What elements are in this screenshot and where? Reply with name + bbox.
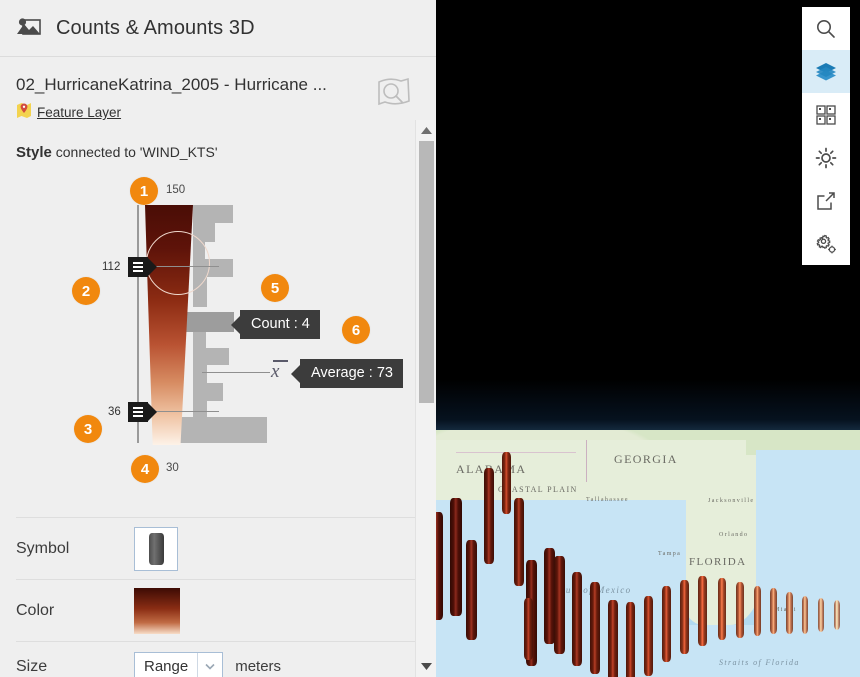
histogram-bar bbox=[175, 431, 267, 443]
size-label: Size bbox=[16, 657, 48, 675]
histogram-bar bbox=[193, 383, 223, 401]
scroll-down-icon[interactable] bbox=[416, 658, 436, 675]
color-label: Color bbox=[16, 601, 55, 619]
histogram-min-label: 30 bbox=[166, 462, 179, 474]
lower-handle-value: 36 bbox=[108, 406, 121, 418]
hurricane-point-cylinder[interactable] bbox=[834, 600, 840, 630]
symbol-row[interactable]: Symbol bbox=[16, 517, 420, 579]
hurricane-point-cylinder[interactable] bbox=[524, 598, 533, 660]
search-icon[interactable] bbox=[802, 7, 850, 50]
color-row[interactable]: Color bbox=[16, 579, 420, 641]
histogram-bar bbox=[193, 205, 233, 223]
map-border-line bbox=[586, 440, 588, 482]
handle-grip-icon bbox=[133, 406, 143, 418]
panel-header: Counts & Amounts 3D bbox=[0, 0, 436, 57]
lower-slider-handle[interactable] bbox=[128, 402, 157, 422]
hurricane-point-cylinder[interactable] bbox=[786, 592, 793, 634]
symbol-label: Symbol bbox=[16, 539, 70, 557]
hurricane-point-cylinder[interactable] bbox=[608, 600, 618, 677]
cylinder-icon bbox=[148, 532, 164, 565]
histogram-slider[interactable]: 1 150 2 3 4 30 112 36 Count: 4 5 x Aver… bbox=[0, 169, 436, 499]
hurricane-point-cylinder[interactable] bbox=[736, 582, 744, 638]
callout-badge-1: 1 bbox=[130, 177, 158, 205]
settings-icon[interactable] bbox=[802, 222, 850, 265]
layer-row: 02_HurricaneKatrina_2005 - Hurricane ...… bbox=[0, 57, 436, 130]
average-tooltip: Average : 73 bbox=[300, 359, 403, 388]
hurricane-point-cylinder[interactable] bbox=[514, 498, 524, 586]
style-label: Style bbox=[16, 144, 52, 161]
hurricane-point-cylinder[interactable] bbox=[644, 596, 653, 676]
panel-title: Counts & Amounts 3D bbox=[56, 16, 255, 39]
histogram-bar bbox=[193, 401, 207, 418]
size-type-select[interactable]: Range bbox=[134, 651, 224, 677]
callout-badge-3: 3 bbox=[74, 415, 102, 443]
color-ramp-swatch-button[interactable] bbox=[134, 587, 180, 634]
histogram-bar bbox=[193, 332, 206, 348]
hurricane-point-cylinder[interactable] bbox=[450, 498, 462, 616]
image-icon bbox=[16, 17, 42, 39]
callout-badge-2: 2 bbox=[72, 277, 100, 305]
size-units-label: meters bbox=[235, 658, 282, 675]
hurricane-point-cylinder[interactable] bbox=[436, 512, 443, 620]
map-border-line bbox=[456, 452, 576, 453]
style-field-text: connected to 'WIND_KTS' bbox=[51, 144, 218, 160]
hurricane-point-cylinder[interactable] bbox=[802, 596, 808, 634]
zoom-to-layer-icon[interactable] bbox=[374, 73, 414, 111]
slider-guide-line bbox=[147, 266, 219, 267]
symbol-swatch-button[interactable] bbox=[134, 526, 178, 571]
hurricane-point-cylinder[interactable] bbox=[718, 578, 726, 640]
size-type-value: Range bbox=[144, 658, 189, 675]
map-label: Orlando bbox=[719, 532, 749, 538]
layer-title: 02_HurricaneKatrina_2005 - Hurricane ... bbox=[16, 75, 327, 94]
style-panel[interactable]: Counts & Amounts 3D 02_HurricaneKatrina_… bbox=[0, 0, 436, 677]
average-guide-line bbox=[202, 372, 270, 373]
feature-layer-row[interactable]: Feature Layer bbox=[16, 101, 420, 124]
map-label: FLORIDA bbox=[689, 556, 747, 568]
map-view[interactable]: ALABAMAGEORGIAFLORIDACOASTAL PLAINTallah… bbox=[436, 0, 860, 677]
histogram-bar bbox=[193, 365, 207, 383]
hurricane-point-cylinder[interactable] bbox=[698, 576, 707, 646]
hurricane-point-cylinder[interactable] bbox=[662, 586, 671, 662]
upper-handle-value: 112 bbox=[102, 261, 121, 273]
scrollbar-thumb[interactable] bbox=[419, 141, 434, 403]
hurricane-point-cylinder[interactable] bbox=[590, 582, 600, 674]
share-icon[interactable] bbox=[802, 179, 850, 222]
map-label: Straits of Florida bbox=[719, 658, 800, 667]
slider-guide-line bbox=[147, 411, 219, 412]
hurricane-point-cylinder[interactable] bbox=[818, 598, 824, 632]
scroll-up-icon[interactable] bbox=[416, 122, 436, 139]
map-pin-icon bbox=[16, 101, 32, 124]
panel-scrollbar[interactable] bbox=[415, 120, 436, 677]
size-row[interactable]: Size Range meters bbox=[16, 641, 420, 677]
map-label: GEORGIA bbox=[614, 452, 678, 466]
hurricane-point-cylinder[interactable] bbox=[554, 556, 565, 654]
histogram-bar bbox=[193, 348, 229, 365]
map-label: Tallahassee bbox=[586, 497, 629, 503]
hurricane-point-cylinder[interactable] bbox=[466, 540, 477, 640]
hurricane-point-cylinder[interactable] bbox=[626, 602, 635, 677]
basemap-gallery-icon[interactable] bbox=[802, 93, 850, 136]
histogram-max-label: 150 bbox=[166, 184, 186, 196]
style-connection-text: Style connected to 'WIND_KTS' bbox=[0, 130, 436, 161]
hurricane-point-cylinder[interactable] bbox=[484, 468, 494, 564]
hurricane-point-cylinder[interactable] bbox=[572, 572, 582, 666]
average-x-icon: x bbox=[271, 360, 289, 382]
hurricane-point-cylinder[interactable] bbox=[680, 580, 689, 654]
map-label: Jacksonville bbox=[708, 498, 755, 504]
callout-badge-6: 6 bbox=[342, 316, 370, 344]
upper-slider-handle[interactable] bbox=[128, 257, 157, 277]
callout-badge-4: 4 bbox=[131, 455, 159, 483]
map-label: Tampa bbox=[658, 551, 682, 557]
callout-badge-5: 5 bbox=[261, 274, 289, 302]
layers-icon[interactable] bbox=[802, 50, 850, 93]
handle-grip-icon bbox=[133, 261, 143, 273]
hurricane-point-cylinder[interactable] bbox=[754, 586, 761, 636]
daylight-icon[interactable] bbox=[802, 136, 850, 179]
hurricane-point-cylinder[interactable] bbox=[502, 452, 511, 514]
chevron-down-icon[interactable] bbox=[197, 652, 222, 677]
feature-layer-link[interactable]: Feature Layer bbox=[37, 105, 121, 120]
hurricane-point-cylinder[interactable] bbox=[770, 588, 777, 634]
map-tools-toolbar[interactable] bbox=[802, 7, 850, 265]
count-tooltip: Count : 4 bbox=[240, 310, 320, 339]
